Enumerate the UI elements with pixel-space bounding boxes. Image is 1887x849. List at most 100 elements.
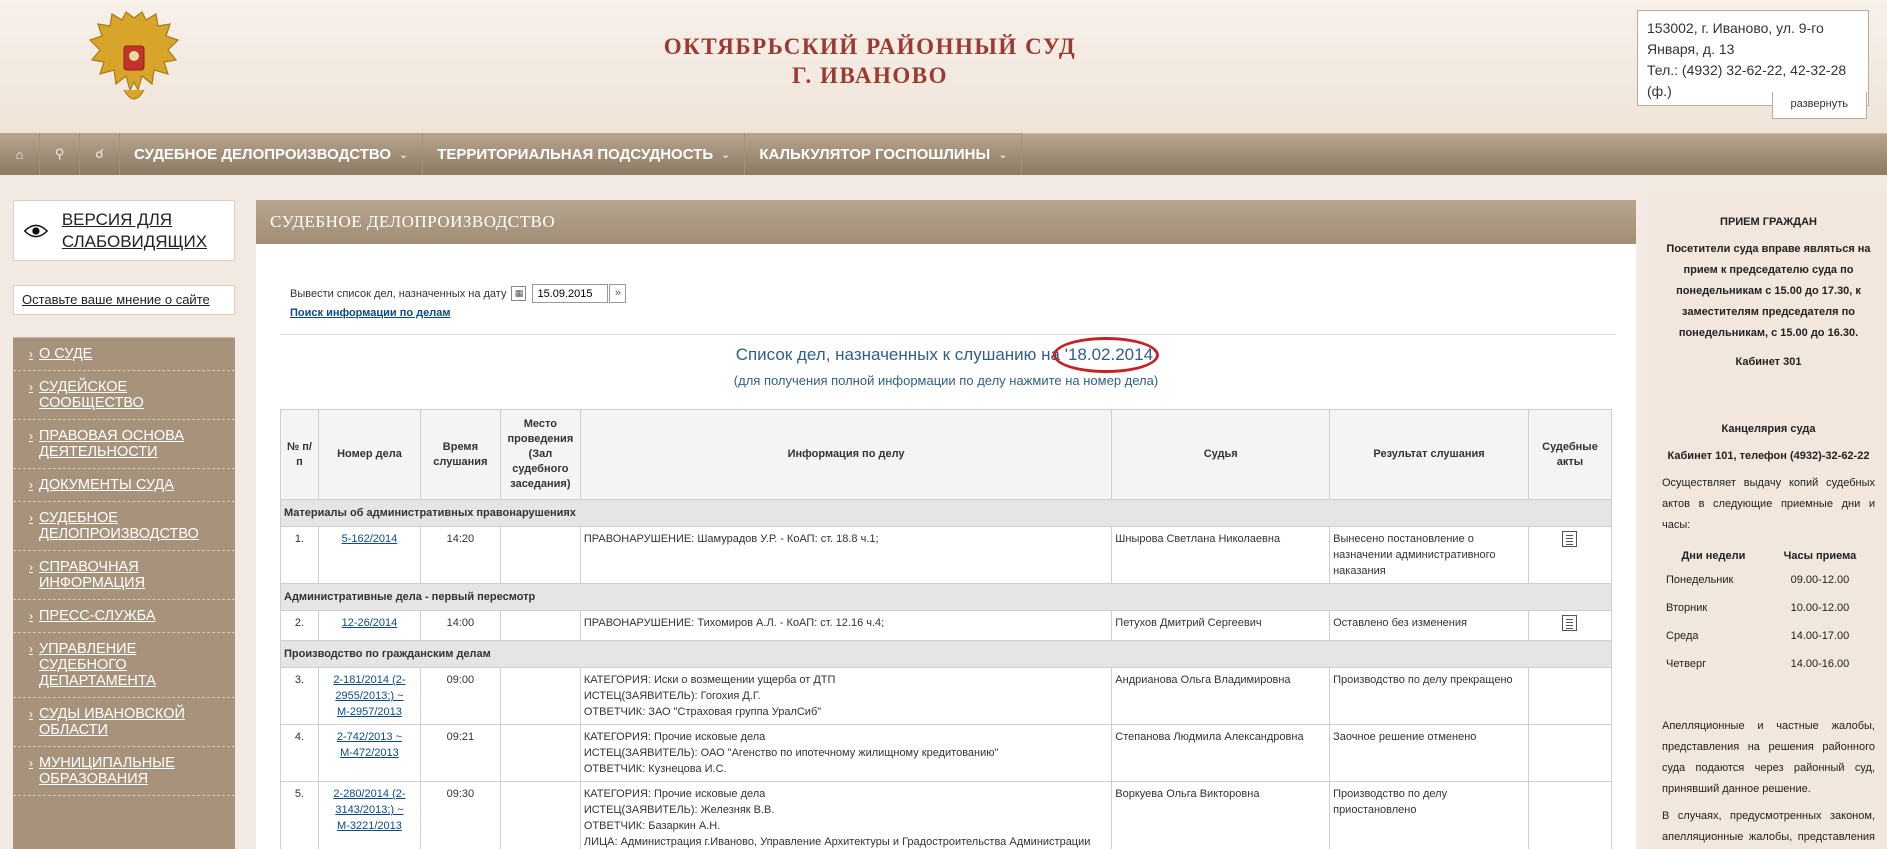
chevron-down-icon: ⌄ — [998, 148, 1008, 161]
case-number-link[interactable]: 5-162/2014 — [342, 533, 398, 545]
feedback-link[interactable]: Оставьте ваше мнение о сайте — [13, 285, 235, 315]
case-number-link[interactable]: 2-280/2014 (2-3143/2013;) ~ М-3221/2013 — [333, 788, 405, 832]
case-info: КАТЕГОРИЯ: Прочие исковые дела ИСТЕЦ(ЗАЯ… — [579, 781, 1113, 849]
hours-row: Вторник 10.00-12.00 — [1662, 594, 1875, 622]
hearing-place — [499, 667, 581, 725]
case-info: КАТЕГОРИЯ: Прочие исковые дела ИСТЕЦ(ЗАЯ… — [579, 724, 1113, 782]
case-number-link[interactable]: 12-26/2014 — [342, 617, 398, 629]
menu-item-label: СУДЫ ИВАНОВСКОЙ ОБЛАСТИ — [39, 706, 185, 738]
row-number: 3. — [280, 667, 319, 725]
case-list-date-wrap: '18.02.2014' — [1052, 337, 1159, 373]
case-info-line: КАТЕГОРИЯ: Прочие исковые дела — [583, 788, 766, 800]
nav-filler — [1022, 133, 1887, 175]
chevron-right-icon: › — [29, 511, 33, 525]
hours-col-day: Дни недели — [1681, 550, 1746, 562]
case-number-link[interactable]: 2-181/2014 (2-2955/2013;) ~ М-2957/2013 — [333, 674, 405, 718]
nav-item-jurisdiction[interactable]: ТЕРРИТОРИАЛЬНАЯ ПОДСУДНОСТЬ ⌄ — [423, 133, 746, 175]
reception-text: Посетители суда вправе являться на прием… — [1666, 243, 1871, 339]
reception-cabinet: Кабинет 301 — [1735, 356, 1802, 368]
table-row: 3. 2-181/2014 (2-2955/2013;) ~ М-2957/20… — [280, 667, 1613, 725]
table-header-row: № п/п Номер дела Время слушания Место пр… — [280, 409, 1613, 500]
court-title-line2: Г. ИВАНОВО — [792, 63, 948, 88]
case-search-link[interactable]: Поиск информации по делам — [290, 307, 450, 319]
hours-day: Среда — [1666, 630, 1699, 642]
table-row: 5. 2-280/2014 (2-3143/2013;) ~ М-3221/20… — [280, 781, 1613, 849]
menu-item-department[interactable]: › УПРАВЛЕНИЕ СУДЕБНОГО ДЕПАРТАМЕНТА — [13, 633, 235, 698]
table-row: 2. 12-26/2014 14:00 ПРАВОНАРУШЕНИЕ: Тихо… — [280, 610, 1613, 641]
hours-day: Четверг — [1666, 658, 1707, 670]
main-nav: ⌂ ⚲ ☌ СУДЕБНОЕ ДЕЛОПРОИЗВОДСТВО ⌄ ТЕРРИТО… — [0, 133, 1887, 175]
left-menu: › О СУДЕ › СУДЕЙСКОЕ СООБЩЕСТВО › ПРАВОВАЯ … — [13, 337, 235, 849]
case-list-subtitle: (для получения полной информации по делу… — [733, 373, 1159, 388]
case-info-line: ИСТЕЦ(ЗАЯВИТЕЛЬ): Гогохия Д.Г. — [583, 690, 761, 702]
nav-item-label: СУДЕБНОЕ ДЕЛОПРОИЗВОДСТВО — [134, 145, 392, 163]
hearing-time: 09:00 — [419, 667, 501, 725]
sitemap-icon[interactable]: ⚲ — [40, 133, 80, 175]
hearing-place — [499, 526, 581, 584]
menu-item-proceedings[interactable]: › СУДЕБНОЕ ДЕЛОПРОИЗВОДСТВО — [13, 502, 235, 551]
appeal-text-2: В случаях, предусмотренных законом, апел… — [1662, 810, 1875, 843]
menu-item-label: МУНИЦИПАЛЬНЫЕ ОБРАЗОВАНИЯ — [39, 755, 175, 787]
chevron-right-icon: › — [29, 560, 33, 574]
submit-date-button[interactable]: » — [609, 284, 627, 303]
hearing-place — [499, 610, 581, 641]
hours-time: 09.00-12.00 — [1790, 574, 1850, 586]
court-acts-cell — [1527, 781, 1613, 849]
hours-time: 14.00-17.00 — [1790, 630, 1850, 642]
menu-item-label: ДОКУМЕНТЫ СУДА — [39, 477, 174, 493]
hours-row: Четверг 14.00-16.00 — [1662, 650, 1875, 678]
case-info-line: ОТВЕТЧИК: Базаркин А.Н. — [583, 820, 721, 832]
group-name: Материалы об административных правонаруш… — [280, 499, 1612, 527]
chevron-right-icon: › — [29, 756, 33, 770]
hearing-result: Оставлено без изменения — [1329, 610, 1529, 641]
menu-item-about[interactable]: › О СУДЕ — [13, 338, 235, 371]
chevron-right-icon: › — [29, 642, 33, 656]
office-text: Осуществляет выдачу копий судебных актов… — [1662, 477, 1875, 531]
menu-item-region-courts[interactable]: › СУДЫ ИВАНОВСКОЙ ОБЛАСТИ — [13, 698, 235, 747]
highlight-ellipse — [1052, 337, 1159, 373]
court-acts-cell — [1527, 724, 1613, 782]
judge-name: Андрианова Ольга Владимировна — [1111, 667, 1331, 725]
document-icon[interactable] — [1562, 531, 1578, 547]
menu-item-label: УПРАВЛЕНИЕ СУДЕБНОГО ДЕПАРТАМЕНТА — [39, 641, 156, 689]
hours-header-row: Дни недели Часы приема — [1662, 546, 1875, 566]
case-number-link[interactable]: 2-742/2013 ~ М-472/2013 — [337, 731, 402, 759]
court-acts-cell — [1527, 526, 1613, 584]
chevron-down-icon: ⌄ — [399, 148, 409, 161]
case-info-line: ИСТЕЦ(ЗАЯВИТЕЛЬ): Железняк В.В. — [583, 804, 775, 816]
hearing-result: Вынесено постановление о назначении адми… — [1329, 526, 1529, 584]
hearing-time: 09:21 — [419, 724, 501, 782]
office-cabinet: Кабинет 101, телефон (4932)-32-62-22 — [1667, 450, 1870, 462]
nav-item-fee-calculator[interactable]: КАЛЬКУЛЯТОР ГОСПОШЛИНЫ ⌄ — [745, 133, 1023, 175]
case-info-line: ПРАВОНАРУШЕНИЕ: Тихомиров А.Л. - КоАП: с… — [583, 617, 885, 629]
search-icon[interactable]: ☌ — [80, 133, 120, 175]
menu-item-label: СУДЕЙСКОЕ СООБЩЕСТВО — [39, 379, 144, 411]
col-header: Номер дела — [317, 409, 421, 500]
home-icon[interactable]: ⌂ — [0, 133, 40, 175]
menu-item-legal-basis[interactable]: › ПРАВОВАЯ ОСНОВА ДЕЯТЕЛЬНОСТИ — [13, 420, 235, 469]
menu-item-label: СПРАВОЧНАЯ ИНФОРМАЦИЯ — [39, 559, 146, 591]
case-info-line: КАТЕГОРИЯ: Прочие исковые дела — [583, 731, 766, 743]
hours-row: Понедельник 09.00-12.00 — [1662, 566, 1875, 594]
case-number-cell: 2-280/2014 (2-3143/2013;) ~ М-3221/2013 — [317, 781, 421, 849]
menu-item-judges[interactable]: › СУДЕЙСКОЕ СООБЩЕСТВО — [13, 371, 235, 420]
menu-item-press[interactable]: › ПРЕСС-СЛУЖБА — [13, 600, 235, 633]
row-number: 5. — [280, 781, 319, 849]
document-icon[interactable] — [1562, 615, 1578, 631]
date-input[interactable] — [532, 284, 609, 303]
hearing-result: Производство по делу приостановлено — [1329, 781, 1529, 849]
calendar-icon[interactable]: ▦ — [511, 286, 527, 301]
nav-item-court-proceedings[interactable]: СУДЕБНОЕ ДЕЛОПРОИЗВОДСТВО ⌄ — [120, 133, 424, 175]
court-acts-cell — [1527, 610, 1613, 641]
site-header: ОКТЯБРЬСКИЙ РАЙОННЫЙ СУД Г. ИВАНОВО 1530… — [0, 0, 1887, 133]
menu-item-reference[interactable]: › СПРАВОЧНАЯ ИНФОРМАЦИЯ — [13, 551, 235, 600]
expand-button[interactable]: развернуть — [1771, 92, 1867, 119]
case-info-line: ОТВЕТЧИК: ЗАО "Страховая группа УралСиб" — [583, 706, 822, 718]
court-title: ОКТЯБРЬСКИЙ РАЙОННЫЙ СУД Г. ИВАНОВО — [580, 32, 1160, 90]
table-row: 1. 5-162/2014 14:20 ПРАВОНАРУШЕНИЕ: Шаму… — [280, 526, 1613, 584]
menu-item-municipalities[interactable]: › МУНИЦИПАЛЬНЫЕ ОБРАЗОВАНИЯ — [13, 747, 235, 796]
menu-item-label: ПРЕСС-СЛУЖБА — [39, 608, 156, 624]
menu-item-documents[interactable]: › ДОКУМЕНТЫ СУДА — [13, 469, 235, 502]
section-title: СУДЕБНОЕ ДЕЛОПРОИЗВОДСТВО — [256, 200, 1636, 244]
low-vision-version-link[interactable]: ВЕРСИЯ ДЛЯ СЛАБОВИДЯЩИХ — [13, 200, 235, 261]
